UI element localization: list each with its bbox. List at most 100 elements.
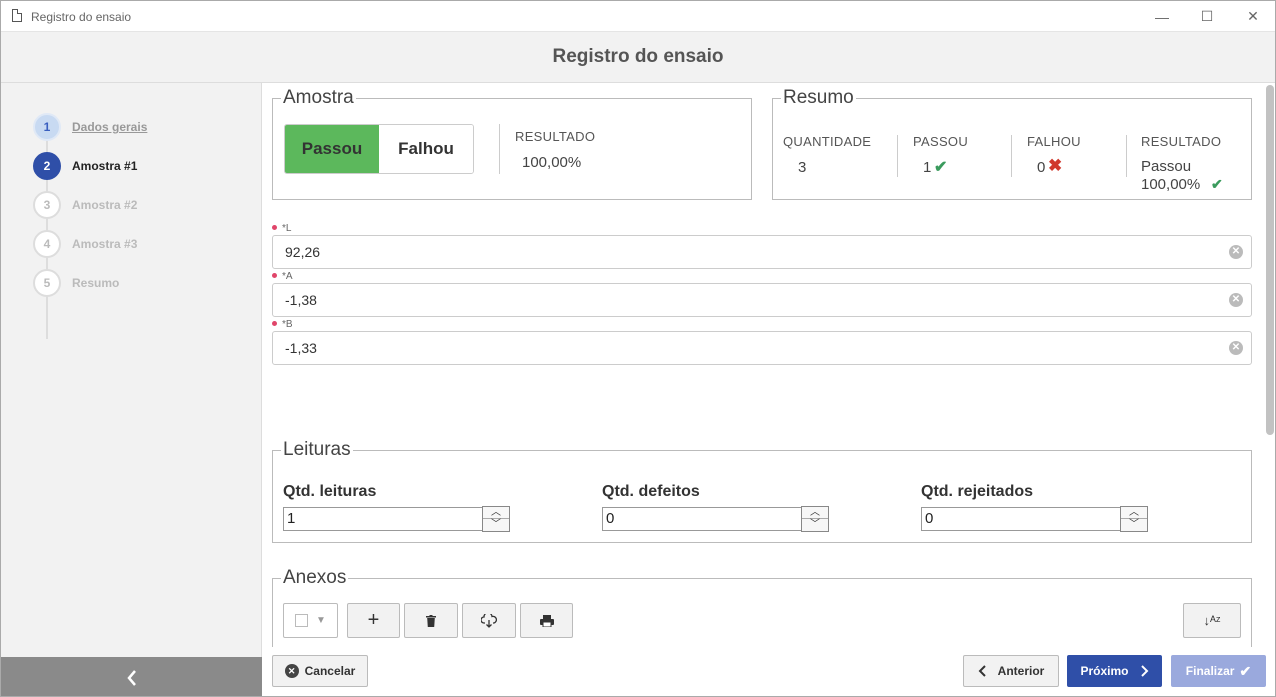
stepper-down-icon[interactable]: ﹀ [1121,519,1147,531]
stepper-down-icon[interactable]: ﹀ [483,519,509,531]
required-dot [272,273,277,278]
step-resumo[interactable]: 5 Resumo [33,269,119,297]
stepper-up-icon[interactable]: ︿ [483,507,509,519]
maximize-button[interactable]: ☐ [1184,1,1230,32]
l-input[interactable]: 92,26 ✕ [272,235,1252,269]
l-field-label: *L [272,223,291,234]
l-label-text: *L [282,223,292,234]
step-number: 4 [33,230,61,258]
resultado-status: Passou [1141,158,1192,175]
step-label: Dados gerais [72,120,148,134]
caret-down-icon: ▼ [316,615,326,626]
b-input[interactable]: -1,33 ✕ [272,331,1252,365]
qtd-defeitos-stepper[interactable]: ︿ ﹀ [801,506,829,532]
dialog-window: Registro do ensaio — ☐ ✕ Registro do ens… [0,0,1276,697]
checkbox-icon[interactable] [295,614,309,627]
wizard-steps-sidebar: 1 Dados gerais 2 Amostra #1 3 Amostra #2… [1,83,262,657]
passou-caption: PASSOU [913,134,969,149]
chevron-left-icon [126,669,136,686]
trash-icon [426,614,436,627]
a-label-text: *A [282,271,293,282]
collapse-sidebar-button[interactable] [1,657,262,696]
quantidade-value: 3 [798,159,807,176]
b-value: -1,33 [285,340,317,356]
divider [1126,135,1127,177]
finish-button[interactable]: Finalizar ✔ [1171,655,1266,687]
stepper-up-icon[interactable]: ︿ [1121,507,1147,519]
next-label: Próximo [1080,664,1129,678]
check-icon: ✔ [1239,662,1252,679]
download-attachment-button[interactable] [462,603,516,638]
cancel-button[interactable]: ✕ Cancelar [272,655,368,687]
step-dados-gerais[interactable]: 1 Dados gerais [33,113,147,141]
page-header: Registro do ensaio [1,32,1275,83]
b-field-label: *B [272,319,293,330]
step-amostra-2[interactable]: 3 Amostra #2 [33,191,137,219]
step-amostra-1[interactable]: 2 Amostra #1 [33,152,137,180]
chevron-right-icon [1140,665,1148,677]
falhou-button[interactable]: Falhou [379,125,473,173]
qtd-leituras-input[interactable]: 1 [283,507,483,531]
window-title: Registro do ensaio [31,10,132,24]
stepper-up-icon[interactable]: ︿ [802,507,828,519]
qtd-leituras-stepper[interactable]: ︿ ﹀ [482,506,510,532]
minimize-button[interactable]: — [1139,1,1185,32]
clear-icon[interactable]: ✕ [1229,245,1243,259]
result-caption: RESULTADO [515,129,596,144]
resultado-caption: RESULTADO [1141,134,1222,149]
passou-button[interactable]: Passou [285,125,379,173]
scanner-icon [539,614,554,627]
resultado-pct: 100,00% [1141,176,1201,193]
qtd-leituras-label: Qtd. leituras [283,483,377,500]
a-value: -1,38 [285,292,317,308]
page-title: Registro do ensaio [552,46,724,67]
falhou-value: 0 [1037,159,1046,176]
a-field-label: *A [272,271,293,282]
resumo-legend: Resumo [781,87,856,109]
previous-button[interactable]: Anterior [963,655,1059,687]
close-window-button[interactable]: ✕ [1230,1,1275,32]
qtd-defeitos-label: Qtd. defeitos [602,483,700,500]
check-icon: ✔ [934,159,948,176]
clear-icon[interactable]: ✕ [1229,341,1243,355]
finish-label: Finalizar [1185,664,1235,678]
quantidade-caption: QUANTIDADE [783,134,872,149]
stepper-down-icon[interactable]: ﹀ [802,519,828,531]
result-value: 100,00% [522,154,582,171]
next-button[interactable]: Próximo [1067,655,1162,687]
divider [499,124,500,174]
falhou-caption: FALHOU [1027,134,1081,149]
clear-icon[interactable]: ✕ [1229,293,1243,307]
step-label: Resumo [72,276,120,290]
required-dot [272,321,277,326]
cancel-label: Cancelar [304,664,356,678]
select-all-dropdown[interactable]: ▼ [283,603,338,638]
divider [1011,135,1012,177]
scan-attachment-button[interactable] [520,603,573,638]
add-attachment-button[interactable]: + [347,603,400,638]
step-amostra-3[interactable]: 4 Amostra #3 [33,230,137,258]
passou-value: 1 [923,159,932,176]
anexos-legend: Anexos [281,567,349,589]
sort-button[interactable]: ↓ᴬᶻ [1183,603,1241,638]
a-input[interactable]: -1,38 ✕ [272,283,1252,317]
qtd-rejeitados-stepper[interactable]: ︿ ﹀ [1120,506,1148,532]
leituras-legend: Leituras [281,439,353,461]
resumo-fieldset: Resumo QUANTIDADE 3 PASSOU 1 ✔ FALHOU 0 … [772,87,1252,200]
cross-icon: ✖ [1048,156,1063,175]
delete-attachment-button[interactable] [404,603,458,638]
close-circle-icon: ✕ [284,664,299,678]
step-label: Amostra #2 [72,198,138,212]
scrollbar[interactable] [1266,85,1274,435]
chevron-left-icon [978,665,986,677]
l-value: 92,26 [285,244,321,260]
step-number: 2 [33,152,61,180]
previous-label: Anterior [997,664,1045,678]
qtd-defeitos-input[interactable]: 0 [602,507,802,531]
qtd-rejeitados-input[interactable]: 0 [921,507,1121,531]
step-label: Amostra #1 [72,159,138,173]
divider [897,135,898,177]
check-icon: ✔ [1211,176,1223,192]
step-number: 3 [33,191,61,219]
pass-fail-toggle: Passou Falhou [284,124,474,174]
